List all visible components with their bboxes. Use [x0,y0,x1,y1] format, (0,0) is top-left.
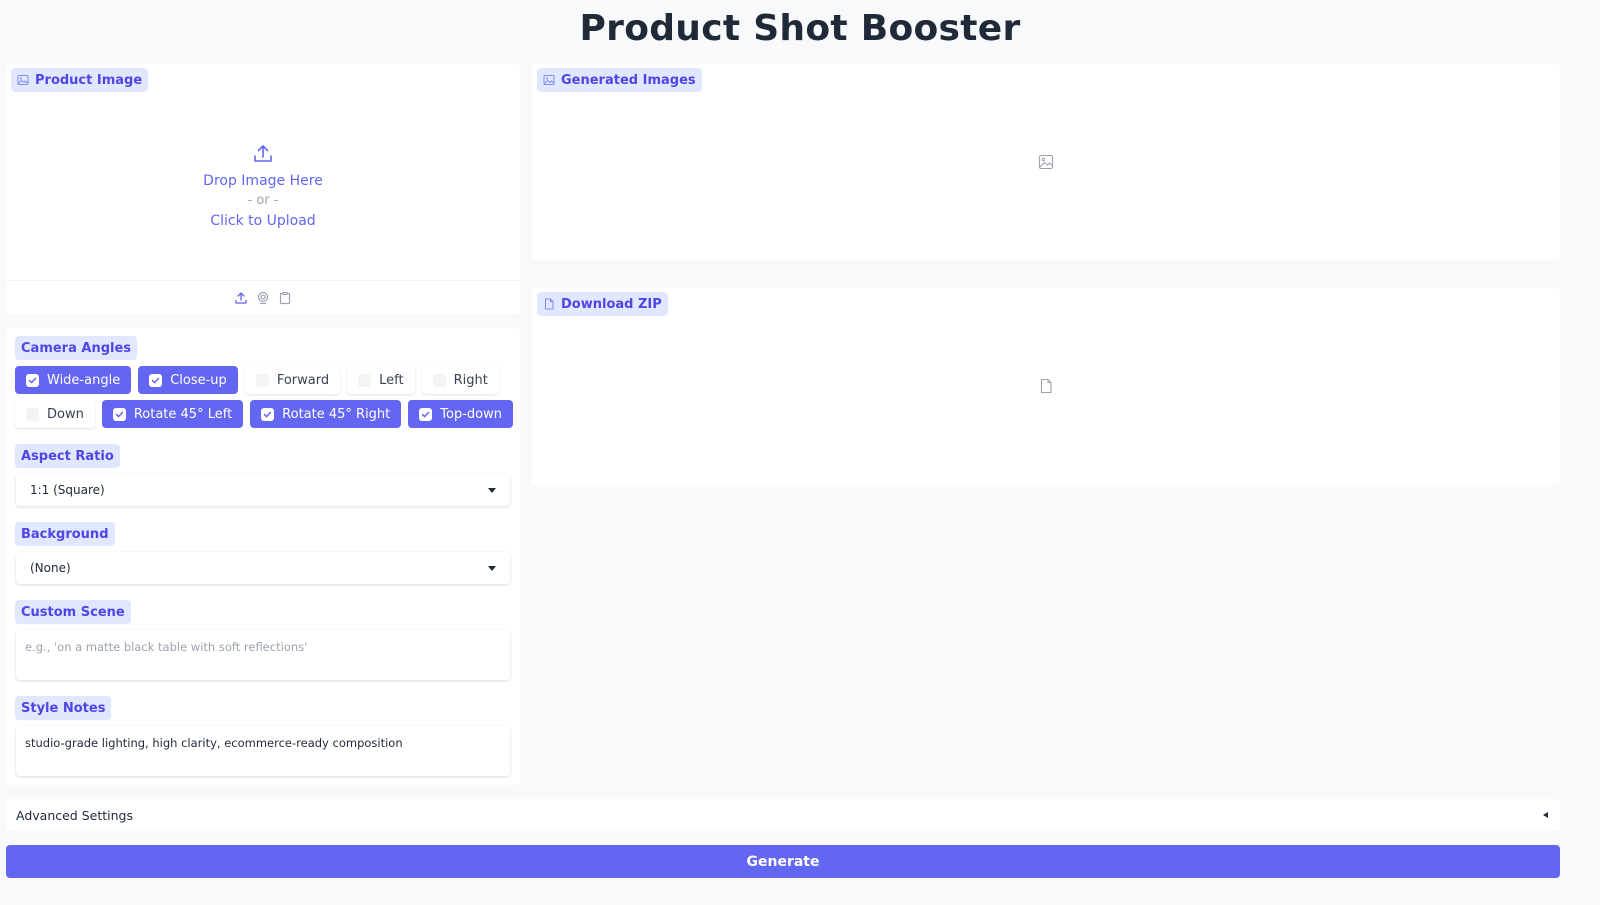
advanced-settings-accordion[interactable]: Advanced Settings [6,799,1560,831]
style-notes-input[interactable] [16,726,510,776]
clipboard-icon [279,291,291,304]
checkbox-box [26,407,39,421]
camera-angles-row-1: Wide-angle Close-up Forward Left Right [15,366,499,394]
aspect-ratio-label: Aspect Ratio [15,444,120,468]
chevron-down-icon [488,487,496,493]
upload-icon [235,291,247,304]
checkbox-box [432,373,446,387]
chevron-down-icon [488,565,496,571]
background-label-text: Background [21,526,109,542]
custom-scene-label-text: Custom Scene [21,604,125,620]
checkbox-label: Forward [276,372,330,388]
upload-source-button[interactable] [234,291,248,305]
check-icon [422,411,430,417]
checkbox-box [112,407,126,421]
upload-source-toolbar [6,280,520,314]
style-notes-label: Style Notes [15,696,112,720]
camera-angles-label: Camera Angles [15,336,138,360]
drop-image-text: Drop Image Here [203,173,323,189]
advanced-settings-label: Advanced Settings [16,807,133,823]
check-icon [115,411,124,417]
checkbox-rotate-45-right[interactable]: Rotate 45° Right [250,400,402,428]
chevron-left-icon [1543,812,1548,818]
checkbox-close-up[interactable]: Close-up [138,366,238,394]
background-label: Background [15,522,115,546]
product-image-label: Product Image [11,68,149,92]
checkbox-forward[interactable]: Forward [244,366,341,394]
checkbox-label: Rotate 45° Left [133,406,233,422]
checkbox-label: Down [47,406,84,422]
check-icon [151,377,160,383]
checkbox-label: Top-down [440,406,502,422]
clipboard-source-button[interactable] [278,291,292,305]
check-icon [28,377,37,383]
product-image-label-text: Product Image [35,72,143,88]
checkbox-top-down[interactable]: Top-down [408,400,513,428]
download-zip-label: Download ZIP [537,292,668,316]
aspect-ratio-label-text: Aspect Ratio [21,448,114,464]
style-notes-label-text: Style Notes [21,700,106,716]
checkbox-rotate-45-left[interactable]: Rotate 45° Left [101,400,244,428]
checkbox-right[interactable]: Right [421,366,499,394]
image-placeholder-icon [1038,154,1054,170]
checkbox-label: Wide-angle [47,372,121,388]
checkbox-label: Close-up [170,372,227,388]
checkbox-label: Right [453,372,488,388]
download-zip-label-text: Download ZIP [561,296,662,312]
aspect-ratio-dropdown[interactable]: 1:1 (Square) [16,474,510,506]
generated-images-panel: Generated Images [532,64,1560,260]
checkbox-label: Left [379,372,404,388]
file-icon [545,298,554,310]
checkbox-box [419,407,433,421]
product-image-panel: Product Image Drop Image Here - or - Cli… [6,64,520,314]
checkbox-down[interactable]: Down [15,400,95,428]
click-to-upload-text: Click to Upload [210,213,316,229]
generated-images-label: Generated Images [537,68,702,92]
image-icon [17,75,29,85]
camera-angles-row-2: Down Rotate 45° Left Rotate 45° Right To… [15,400,513,428]
checkbox-box [261,407,275,421]
checkbox-label: Rotate 45° Right [282,406,391,422]
checkbox-box [26,373,39,387]
generated-images-label-text: Generated Images [561,72,696,88]
background-dropdown[interactable]: (None) [16,552,510,584]
download-zip-panel: Download ZIP [532,288,1560,485]
camera-angles-label-text: Camera Angles [21,340,132,356]
image-icon [543,75,555,85]
image-dropzone[interactable]: Drop Image Here - or - Click to Upload [6,94,520,280]
generate-button[interactable]: Generate [6,845,1560,878]
aspect-ratio-value: 1:1 (Square) [30,483,105,497]
upload-icon [254,145,272,162]
custom-scene-input[interactable] [16,630,510,680]
file-placeholder-icon [1040,378,1052,394]
check-icon [263,411,272,417]
page-title: Product Shot Booster [579,8,1021,49]
custom-scene-label: Custom Scene [15,600,131,624]
checkbox-box [255,373,269,387]
or-text: - or - [247,193,279,208]
webcam-icon [257,291,269,304]
checkbox-box [358,373,372,387]
checkbox-box [149,373,163,387]
checkbox-left[interactable]: Left [347,366,415,394]
background-value: (None) [30,561,71,575]
controls-panel: Camera Angles Wide-angle Close-up Forwar… [6,328,520,785]
webcam-source-button[interactable] [256,291,270,305]
checkbox-wide-angle[interactable]: Wide-angle [15,366,132,394]
